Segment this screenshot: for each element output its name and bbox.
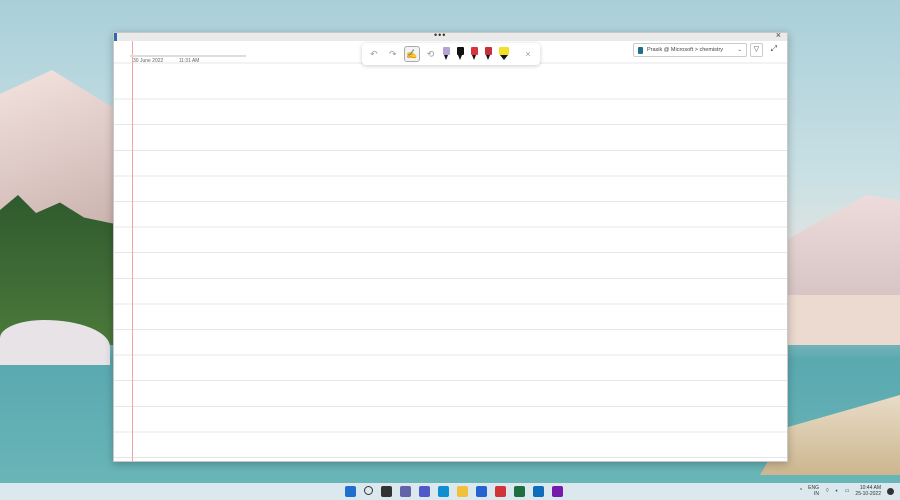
taskbar-apps: [345, 486, 563, 497]
taskbar: ^ ENG IN ⌔ 🔈︎ ▭ 10:44 AM 25-10-2022: [0, 483, 900, 500]
chevron-down-icon: ⌄: [737, 47, 742, 53]
show-hidden-icons[interactable]: ^: [800, 488, 802, 494]
notebook-icon: [638, 46, 643, 54]
notebook-label: Prasik @ Microsoft > chemistry: [647, 47, 724, 53]
notification-icon[interactable]: [887, 487, 894, 495]
onenote-window: ••• × 30 June 2022 11:31 AM ↶ ↷ ✍ ⟲ × Pr…: [113, 30, 788, 462]
highlighter[interactable]: [499, 47, 510, 61]
ink-to-text-button[interactable]: ✍: [403, 46, 420, 62]
accent-strip: [114, 33, 117, 41]
taskbar-app-onenote[interactable]: [552, 486, 563, 497]
lasso-select-button[interactable]: ⟲: [423, 46, 439, 62]
clock[interactable]: 10:44 AM 25-10-2022: [855, 485, 881, 497]
system-tray: ^ ENG IN ⌔ 🔈︎ ▭ 10:44 AM 25-10-2022: [800, 485, 894, 497]
taskbar-app-edge[interactable]: [438, 486, 449, 497]
taskbar-app-chat[interactable]: [400, 486, 411, 497]
undo-button[interactable]: ↶: [366, 46, 382, 62]
redo-button[interactable]: ↷: [385, 46, 401, 62]
region: IN: [813, 491, 819, 497]
taskbar-app-start[interactable]: [345, 486, 356, 497]
language-indicator[interactable]: ENG IN: [808, 485, 819, 497]
battery-icon[interactable]: ▭: [845, 488, 850, 494]
draw-toolbar: ↶ ↷ ✍ ⟲ ×: [362, 43, 540, 65]
wallpaper-mountain-right: [788, 195, 900, 305]
close-toolbar-button[interactable]: ×: [520, 46, 536, 62]
filter-icon[interactable]: ▽: [750, 43, 763, 57]
taskbar-app-search[interactable]: [364, 486, 373, 495]
page-title-input[interactable]: [130, 55, 246, 57]
expand-icon[interactable]: ⤢: [771, 44, 777, 54]
page-date: 30 June 2022: [133, 58, 164, 64]
pen-3[interactable]: [471, 47, 479, 61]
title-bar[interactable]: ••• ×: [114, 30, 787, 41]
taskbar-app-outlook[interactable]: [533, 486, 544, 497]
wifi-icon[interactable]: ⌔: [825, 488, 830, 494]
more-options-icon[interactable]: •••: [434, 30, 446, 40]
pen-4[interactable]: [485, 47, 493, 61]
taskbar-app-excel[interactable]: [514, 486, 525, 497]
page-meta: 30 June 2022 11:31 AM: [133, 58, 213, 64]
taskbar-app-task-view[interactable]: [381, 486, 392, 497]
pen-2[interactable]: [457, 47, 465, 61]
wallpaper-sand: [788, 295, 900, 345]
clock-date: 25-10-2022: [855, 491, 881, 497]
volume-icon[interactable]: 🔈︎: [836, 488, 839, 494]
taskbar-app-todo[interactable]: [476, 486, 487, 497]
taskbar-app-app-red[interactable]: [495, 486, 506, 497]
notebook-selector[interactable]: Prasik @ Microsoft > chemistry ⌄: [633, 43, 747, 57]
pen-1[interactable]: [443, 47, 451, 61]
note-page[interactable]: 30 June 2022 11:31 AM ↶ ↷ ✍ ⟲ × Prasik @…: [114, 41, 787, 461]
page-time: 11:31 AM: [178, 58, 200, 64]
taskbar-app-file-explorer[interactable]: [457, 486, 468, 497]
margin-line: [132, 41, 133, 461]
close-button[interactable]: ×: [776, 30, 781, 40]
taskbar-app-teams[interactable]: [419, 486, 430, 497]
